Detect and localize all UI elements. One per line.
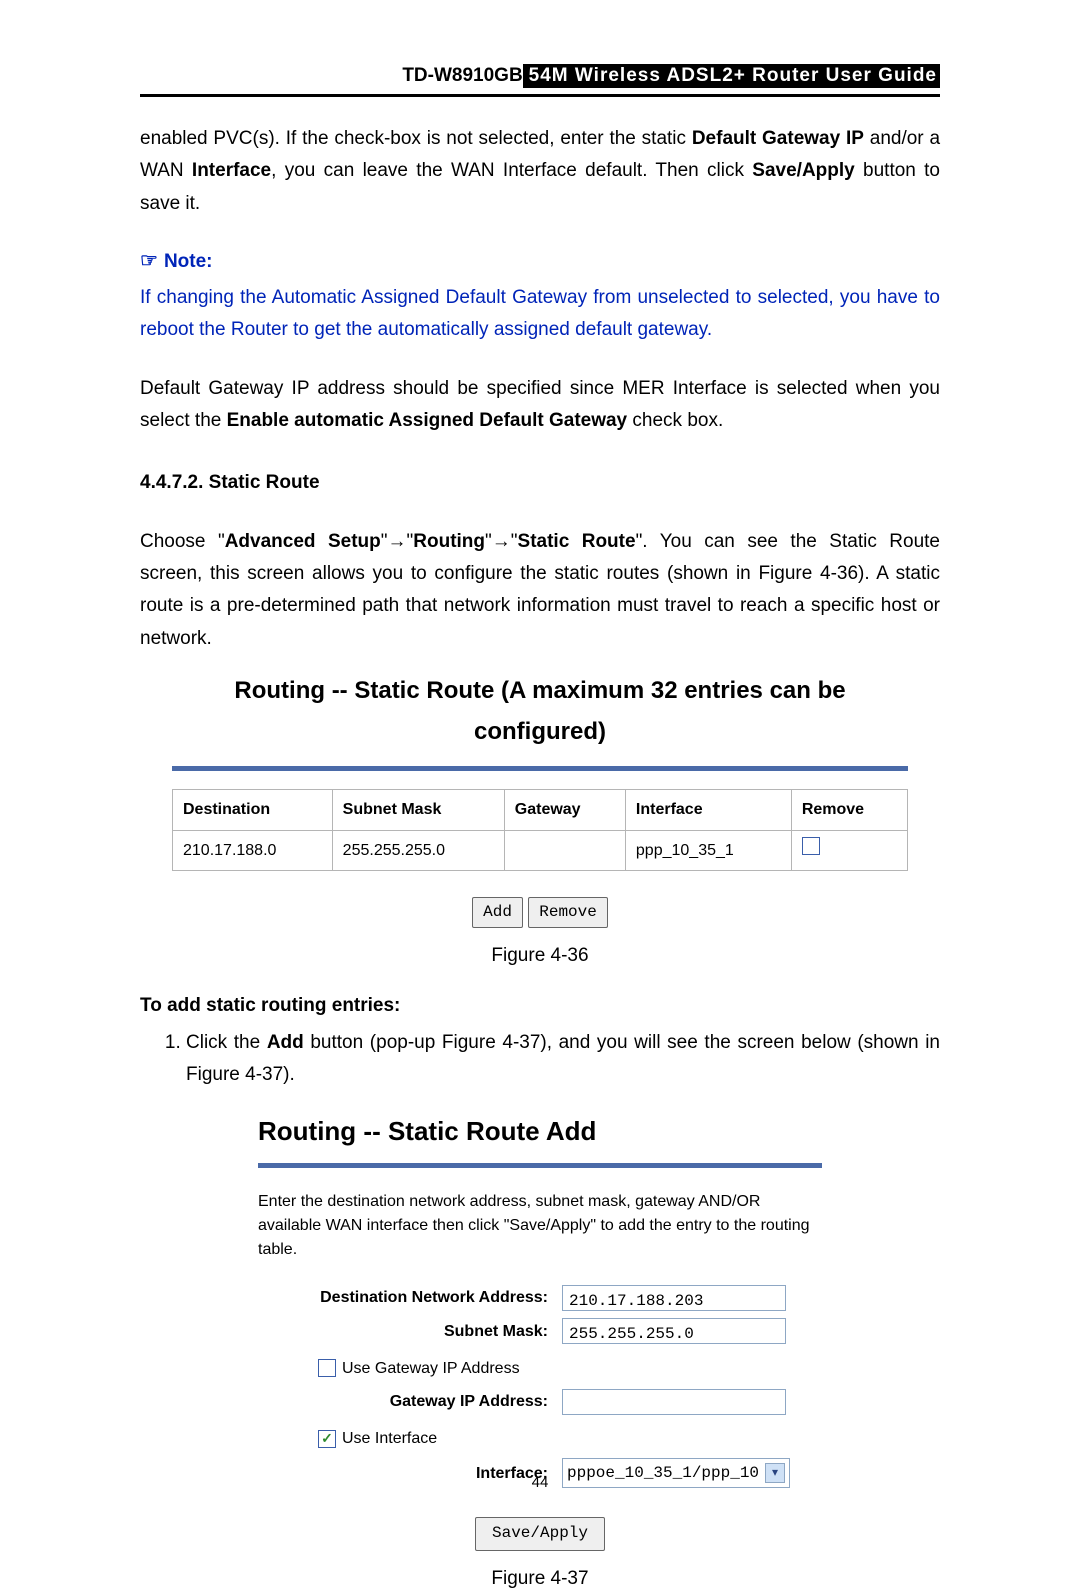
figure-4-37-caption: Figure 4-37 (140, 1563, 940, 1595)
header-model: TD-W8910GB (402, 65, 522, 86)
add-entries-list: Click the Add button (pop-up Figure 4-37… (140, 1027, 940, 1092)
figure-4-37-title: Routing -- Static Route Add (258, 1109, 852, 1153)
label-destination-address: Destination Network Address: (258, 1284, 562, 1311)
cell-remove (791, 830, 907, 870)
figure-4-36-caption: Figure 4-36 (140, 940, 940, 972)
col-remove: Remove (791, 790, 907, 830)
cell-destination: 210.17.188.0 (173, 830, 333, 870)
list-item: Click the Add button (pop-up Figure 4-37… (186, 1027, 940, 1092)
section-heading-static-route: 4.4.7.2. Static Route (140, 467, 940, 499)
col-subnet-mask: Subnet Mask (332, 790, 504, 830)
note-heading: ☞Note: (140, 244, 940, 278)
add-entries-heading: To add static routing entries: (140, 990, 940, 1022)
col-interface: Interface (625, 790, 791, 830)
cell-interface: ppp_10_35_1 (625, 830, 791, 870)
checkbox-use-gateway[interactable] (318, 1359, 336, 1377)
paragraph-static-route: Choose "Advanced Setup"→"Routing"→"Stati… (140, 526, 940, 655)
label-use-gateway: Use Gateway IP Address (342, 1355, 520, 1382)
label-use-interface: Use Interface (342, 1425, 437, 1452)
checkbox-use-interface[interactable]: ✓ (318, 1430, 336, 1448)
remove-button[interactable]: Remove (528, 897, 608, 928)
figure-4-37-description: Enter the destination network address, s… (258, 1190, 822, 1262)
cell-gateway (504, 830, 625, 870)
input-gateway-ip[interactable] (562, 1389, 786, 1415)
figure-4-36-title: Routing -- Static Route (A maximum 32 en… (172, 671, 908, 753)
page-number: 44 (0, 1474, 1080, 1491)
col-gateway: Gateway (504, 790, 625, 830)
figure-4-36-rule (172, 766, 908, 771)
input-destination-address[interactable]: 210.17.188.203 (562, 1285, 786, 1311)
page-header: TD-W8910GB 54M Wireless ADSL2+ Router Us… (140, 64, 940, 97)
input-subnet-mask[interactable]: 255.255.255.0 (562, 1318, 786, 1344)
note-body: If changing the Automatic Assigned Defau… (140, 282, 940, 347)
table-row: 210.17.188.0 255.255.255.0 ppp_10_35_1 (173, 830, 908, 870)
figure-4-37-rule (258, 1163, 822, 1168)
save-apply-button[interactable]: Save/Apply (475, 1517, 605, 1550)
figure-4-36: Routing -- Static Route (A maximum 32 en… (172, 671, 908, 928)
paragraph-pvc: enabled PVC(s). If the check-box is not … (140, 123, 940, 220)
static-route-table: Destination Subnet Mask Gateway Interfac… (172, 789, 908, 870)
label-gateway-ip: Gateway IP Address: (258, 1388, 562, 1415)
add-button[interactable]: Add (472, 897, 523, 928)
paragraph-default-gateway: Default Gateway IP address should be spe… (140, 373, 940, 438)
hand-pointer-icon: ☞ (140, 244, 158, 278)
remove-checkbox[interactable] (802, 837, 820, 855)
label-subnet-mask: Subnet Mask: (258, 1318, 562, 1345)
col-destination: Destination (173, 790, 333, 830)
cell-subnet-mask: 255.255.255.0 (332, 830, 504, 870)
table-header-row: Destination Subnet Mask Gateway Interfac… (173, 790, 908, 830)
header-title: 54M Wireless ADSL2+ Router User Guide (523, 64, 940, 88)
